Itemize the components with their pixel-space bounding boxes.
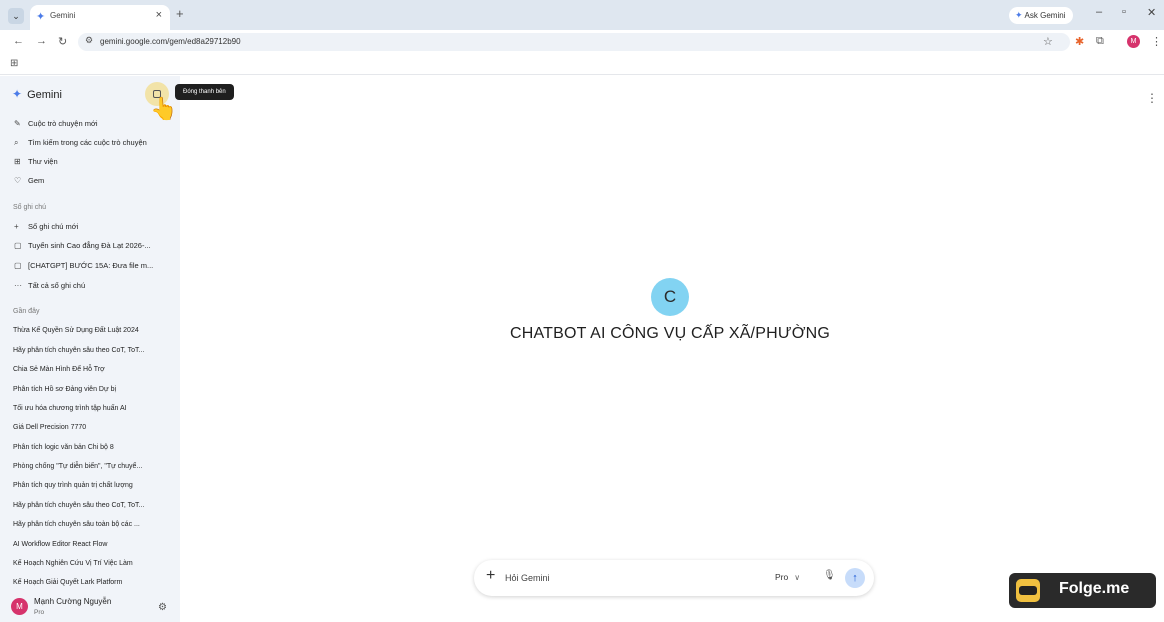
sidebar-item-label: Thư viện [28,157,58,166]
tab-title: Gemini [50,11,76,20]
sidebar-item-library[interactable]: ⊞ Thư viện [14,157,58,166]
user-plan: Pro [34,609,45,616]
sidebar-item-search[interactable]: ⌕ Tìm kiếm trong các cuộc trò chuyện [14,138,147,148]
sidebar: ✦ Gemini 👆 Đóng thanh bên ✎ Cuộc trò chuyệ… [0,76,234,622]
address-bar[interactable]: ⚙ gemini.google.com/gem/ed8a29712b90 [78,33,1070,51]
sidebar-item-label: Tuyển sinh Cao đẳng Đà Lạt 2026-... [28,241,151,250]
library-icon: ⊞ [14,157,21,166]
recent-chat-item[interactable]: Tối ưu hóa chương trình tập huấn AI [13,405,127,412]
notebook-icon: ▢ [14,241,22,250]
model-selector[interactable]: Pro ∨ [775,572,800,582]
edit-icon: ✎ [14,119,21,128]
recent-chat-item[interactable]: Giá Dell Precision 7770 [13,424,86,431]
sidebar-item-gem[interactable]: ♡ Gem [14,176,44,185]
car-shape [1019,586,1037,595]
tooltip: Đóng thanh bên [175,84,234,100]
extension-icon[interactable]: ✱ [1075,35,1084,48]
watermark-text: Folge.me [1059,580,1130,597]
browser-tab[interactable]: ✦ Gemini × [30,5,170,30]
minimize-button[interactable]: – [1096,6,1102,18]
hand-cursor-icon: 👆 [150,96,178,121]
reload-button[interactable]: ↻ [58,35,67,48]
notebooks-section-label: Sổ ghi chú [13,204,47,211]
restore-button[interactable]: ▫ [1122,6,1126,18]
gem-icon: ♡ [14,176,22,185]
recent-chat-item[interactable]: Hãy phân tích chuyên sâu theo CoT, ToT..… [13,347,144,354]
sidebar-item-label: Tìm kiếm trong các cuộc trò chuyện [28,138,147,147]
sidebar-item-label: Tất cả sổ ghi chú [28,281,86,290]
notebook-icon: ▢ [14,261,22,270]
search-icon: ⌕ [14,138,19,147]
sidebar-item-label: Sổ ghi chú mới [28,222,79,231]
sidebar-item-notebook[interactable]: ▢ Tuyển sinh Cao đẳng Đà Lạt 2026-... [14,241,151,250]
recent-chat-item[interactable]: Phân tích Hồ sơ Đảng viên Dự bị [13,386,116,393]
send-button[interactable]: ↑ [845,568,865,588]
recent-chat-item[interactable]: Phân tích logic văn bản Chi bộ 8 [13,444,114,451]
add-attachment-icon[interactable]: + [486,567,495,585]
browser-menu-icon[interactable]: ⋮ [1151,35,1162,48]
prompt-input[interactable] [505,570,705,586]
recent-chat-item[interactable]: Kế Hoạch Giải Quyết Lark Platform [13,579,122,586]
folge-logo-icon [1016,579,1040,602]
apps-grid-icon[interactable]: ⊞ [10,58,18,69]
gemini-brand[interactable]: ✦ Gemini [12,87,62,101]
sidebar-item-label: [CHATGPT] BƯỚC 15A: Đưa file m... [28,261,154,270]
sidebar-item-label: Gem [28,176,45,185]
chevron-down-icon: ∨ [794,573,801,582]
prompt-composer: + Pro ∨ 🎙 ↑ [474,560,874,596]
recent-chat-item[interactable]: AI Workflow Editor React Flow [13,541,107,548]
recent-chat-item[interactable]: Hãy phân tích chuyên sâu theo CoT, ToT..… [13,502,144,509]
brand-label: Gemini [27,89,62,101]
gem-avatar: C [651,278,689,316]
microphone-icon[interactable]: 🎙 [823,570,836,581]
new-tab-button[interactable]: + [176,6,184,21]
recent-chat-item[interactable]: Phòng chống "Tự diễn biến", "Tự chuyể... [13,463,142,470]
gem-title: CHATBOT AI CÔNG VỤ CẤP XÃ/PHƯỜNG [509,325,831,342]
recent-chat-item[interactable]: Phân tích quy trình quản trị chất lượng [13,482,133,489]
recent-chat-item[interactable]: Thừa Kế Quyền Sử Dụng Đất Luật 2024 [13,327,139,334]
plus-icon: + [14,222,19,231]
sidebar-item-label: Cuộc trò chuyện mới [28,119,98,128]
avatar: M [11,598,28,615]
close-tab-icon[interactable]: × [156,9,162,21]
recent-section-label: Gần đây [13,308,40,315]
url-text: gemini.google.com/gem/ed8a29712b90 [100,37,241,46]
gemini-logo-icon: ✦ [12,87,23,101]
sidebar-item-new-chat[interactable]: ✎ Cuộc trò chuyện mới [14,119,98,128]
bookmark-star-icon[interactable]: ☆ [1043,35,1053,48]
ask-gemini-label: Ask Gemini [1024,11,1066,20]
settings-gear-icon[interactable]: ⚙ [158,602,167,613]
model-label: Pro [775,572,789,582]
recent-chat-item[interactable]: Hãy phân tích chuyên sâu toàn bộ các ... [13,521,140,528]
folge-watermark: Folge.me [1009,573,1156,608]
sidebar-item-new-notebook[interactable]: + Sổ ghi chú mới [14,222,78,231]
user-name: Mạnh Cường Nguyễn [34,597,112,606]
sidebar-item-notebook[interactable]: ▢ [CHATGPT] BƯỚC 15A: Đưa file m... [14,261,153,270]
site-info-icon[interactable]: ⚙ [85,35,93,46]
more-icon: ··· [14,281,22,290]
gemini-spark-icon: ✦ [1015,10,1023,20]
more-options-icon[interactable]: ⋮ [1146,91,1158,105]
ask-gemini-button[interactable]: ✦ Ask Gemini [1009,7,1073,24]
forward-button[interactable]: → [36,35,47,47]
close-window-button[interactable]: ✕ [1147,6,1156,19]
bookmarks-bar: ⊞ [0,55,1164,75]
recent-chat-item[interactable]: Chia Sẻ Màn Hình Để Hỗ Trợ [13,366,105,373]
tab-strip [0,0,1164,30]
gemini-favicon-icon: ✦ [36,11,46,23]
extensions-puzzle-icon[interactable]: ⧉ [1096,35,1104,48]
profile-avatar[interactable]: M [1127,35,1140,48]
back-button[interactable]: ← [13,35,24,47]
tab-search-button[interactable]: ⌄ [8,8,24,24]
recent-chat-item[interactable]: Kế Hoạch Nghiên Cứu Vị Trí Việc Làm [13,560,133,567]
sidebar-item-all-notebooks[interactable]: ··· Tất cả sổ ghi chú [14,281,85,290]
